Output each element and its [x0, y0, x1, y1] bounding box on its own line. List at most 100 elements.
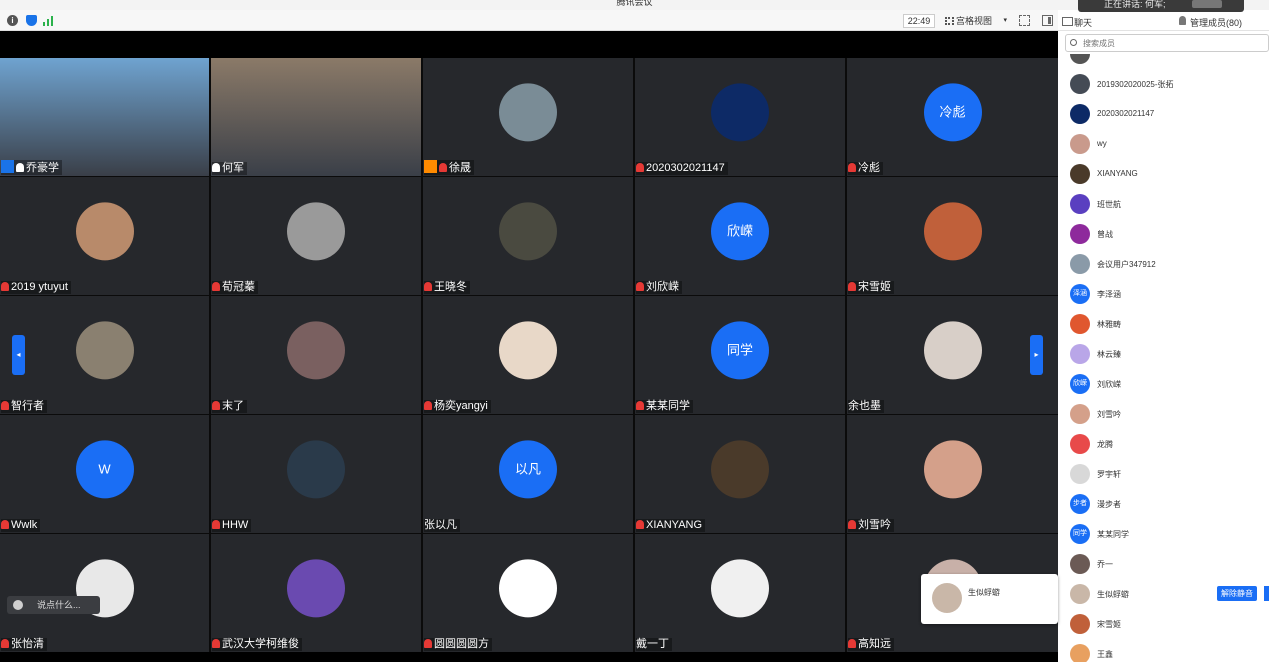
member-list-item[interactable]: 欣嵘 刘欣嵘	[1058, 369, 1269, 399]
participant-tile[interactable]: 欣嵘 刘欣嵘	[635, 177, 845, 295]
participant-tile[interactable]: 何军	[211, 58, 421, 176]
participant-tile[interactable]: 圆圆圆圆方	[423, 534, 633, 652]
next-page-button[interactable]: ▸	[1030, 335, 1043, 375]
member-name: XIANYANG	[1097, 169, 1138, 178]
participant-name-label: 荀冠蓁	[212, 281, 258, 294]
participant-tile[interactable]: 王晓冬	[423, 177, 633, 295]
participant-avatar	[923, 440, 982, 499]
video-grid: 乔豪学 何军 徐晟 2020302021147 冷彪 冷彪 2019 ytuyut 荀冠蓁 王晓…	[0, 58, 1058, 652]
participant-tile[interactable]: 2020302021147	[635, 58, 845, 176]
member-list-item[interactable]: 林雅畴	[1058, 309, 1269, 339]
top-black-band	[0, 31, 1058, 58]
member-list-item[interactable]: 2019302020025-张拓	[1058, 69, 1269, 99]
fullscreen-icon[interactable]	[1019, 15, 1030, 26]
participant-tile[interactable]: 末了	[211, 296, 421, 414]
participant-tile[interactable]: 张怡清	[0, 534, 209, 652]
participant-avatar: 同学	[711, 321, 769, 380]
participant-avatar	[711, 559, 769, 618]
signal-icon[interactable]	[43, 16, 55, 26]
participant-tile[interactable]: 冷彪 冷彪	[847, 58, 1058, 176]
member-list-item[interactable]: 乔一	[1058, 549, 1269, 579]
member-list-item[interactable]: 龙腾	[1058, 429, 1269, 459]
participant-name: 某某同学	[646, 400, 690, 412]
user-badge-icon	[1, 160, 14, 173]
participant-name: XIANYANG	[646, 519, 703, 531]
tab-members[interactable]: 管理成员(80)	[1178, 16, 1242, 29]
participant-avatar	[923, 202, 982, 261]
participant-tile[interactable]: 以凡 张以凡	[423, 415, 633, 533]
participant-name: 杨奕yangyi	[434, 400, 488, 412]
participant-tile[interactable]: XIANYANG	[635, 415, 845, 533]
tab-chat[interactable]: 聊天	[1062, 16, 1092, 29]
participant-avatar	[499, 559, 557, 618]
participant-name: 高知远	[858, 638, 891, 650]
participant-tile[interactable]: 余也墨	[847, 296, 1058, 414]
member-list-item[interactable]	[1058, 54, 1269, 69]
member-list-item[interactable]: 王鑫	[1058, 639, 1269, 662]
info-icon[interactable]: i	[7, 15, 18, 26]
member-list-item[interactable]: 泽涵 李泽涵	[1058, 279, 1269, 309]
participant-name-label: 末了	[212, 400, 247, 413]
member-list-item[interactable]: 步者 漫步者	[1058, 489, 1269, 519]
unmute-button[interactable]: 解除静音	[1217, 586, 1257, 601]
participant-tile[interactable]: 智行者	[0, 296, 209, 414]
member-list-item[interactable]: 刘雪吟	[1058, 399, 1269, 429]
participant-name-label: 余也墨	[848, 400, 884, 413]
participant-tile[interactable]: W Wwlk	[0, 415, 209, 533]
participant-tile[interactable]: 荀冠蓁	[211, 177, 421, 295]
chat-input[interactable]: 说点什么...	[7, 596, 100, 614]
participant-name: 智行者	[11, 400, 44, 412]
member-list-item[interactable]: 罗宇轩	[1058, 459, 1269, 489]
shield-icon[interactable]	[26, 15, 37, 26]
member-name: 林雅畴	[1097, 320, 1121, 329]
mic-muted-icon	[212, 639, 220, 648]
member-avatar	[1070, 254, 1090, 274]
participant-name-label: 冷彪	[848, 162, 883, 175]
member-search-input[interactable]	[1065, 34, 1269, 52]
member-list-item[interactable]: wy	[1058, 129, 1269, 159]
member-list-item[interactable]: 会议用户347912	[1058, 249, 1269, 279]
participant-avatar	[287, 559, 345, 618]
member-list-item[interactable]: 班世航	[1058, 189, 1269, 219]
emoji-icon[interactable]	[13, 600, 23, 610]
participant-tile[interactable]: 乔豪学	[0, 58, 209, 176]
participant-avatar	[499, 321, 557, 380]
member-avatar	[1070, 614, 1090, 634]
member-list-item[interactable]: 林云臻	[1058, 339, 1269, 369]
member-name: 刘欣嵘	[1097, 380, 1121, 389]
sidebar-toggle-icon[interactable]	[1042, 15, 1053, 26]
participant-tile[interactable]: 杨奕yangyi	[423, 296, 633, 414]
participant-tile[interactable]: HHW	[211, 415, 421, 533]
member-list-item[interactable]: 宋雪姬	[1058, 609, 1269, 639]
participant-tile[interactable]: 武汉大学柯维俊	[211, 534, 421, 652]
participant-name-label: 智行者	[1, 400, 47, 413]
participant-name-label: 张以凡	[424, 519, 460, 532]
participant-tile[interactable]: 2019 ytuyut	[0, 177, 209, 295]
participant-tile[interactable]: 同学某某同学	[635, 296, 845, 414]
member-list-item[interactable]: 2020302021147	[1058, 99, 1269, 129]
participant-tile[interactable]: 宋雪姬	[847, 177, 1058, 295]
participant-name: 冷彪	[858, 162, 880, 174]
participant-avatar	[499, 202, 557, 261]
view-mode-button[interactable]: 宫格视图 ▾	[943, 14, 1009, 28]
participant-tile[interactable]: 戴一丁	[635, 534, 845, 652]
mic-muted-icon	[1, 639, 9, 648]
participant-tile[interactable]: 刘雪吟	[847, 415, 1058, 533]
participant-popup[interactable]: 生似蜉蝣	[921, 574, 1058, 624]
member-list-item[interactable]: 同学 某某同学	[1058, 519, 1269, 549]
participant-avatar	[711, 440, 769, 499]
member-list-item[interactable]: XIANYANG	[1058, 159, 1269, 189]
mic-muted-icon	[212, 520, 220, 529]
prev-page-button[interactable]: ◂	[12, 335, 25, 375]
participant-name-label: 2019 ytuyut	[1, 281, 71, 294]
more-actions-button[interactable]	[1264, 586, 1269, 601]
participant-tile[interactable]: 徐晟	[423, 58, 633, 176]
member-list-item[interactable]: 曾战	[1058, 219, 1269, 249]
participant-name-label: Wwlk	[1, 519, 41, 532]
participant-avatar	[711, 83, 769, 142]
member-list-item[interactable]: 生似蜉蝣 解除静音	[1058, 579, 1269, 609]
participant-name: 戴一丁	[636, 638, 669, 650]
participant-name-label: 戴一丁	[636, 638, 672, 651]
member-avatar	[1070, 314, 1090, 334]
participant-name-label: 张怡清	[1, 638, 47, 651]
